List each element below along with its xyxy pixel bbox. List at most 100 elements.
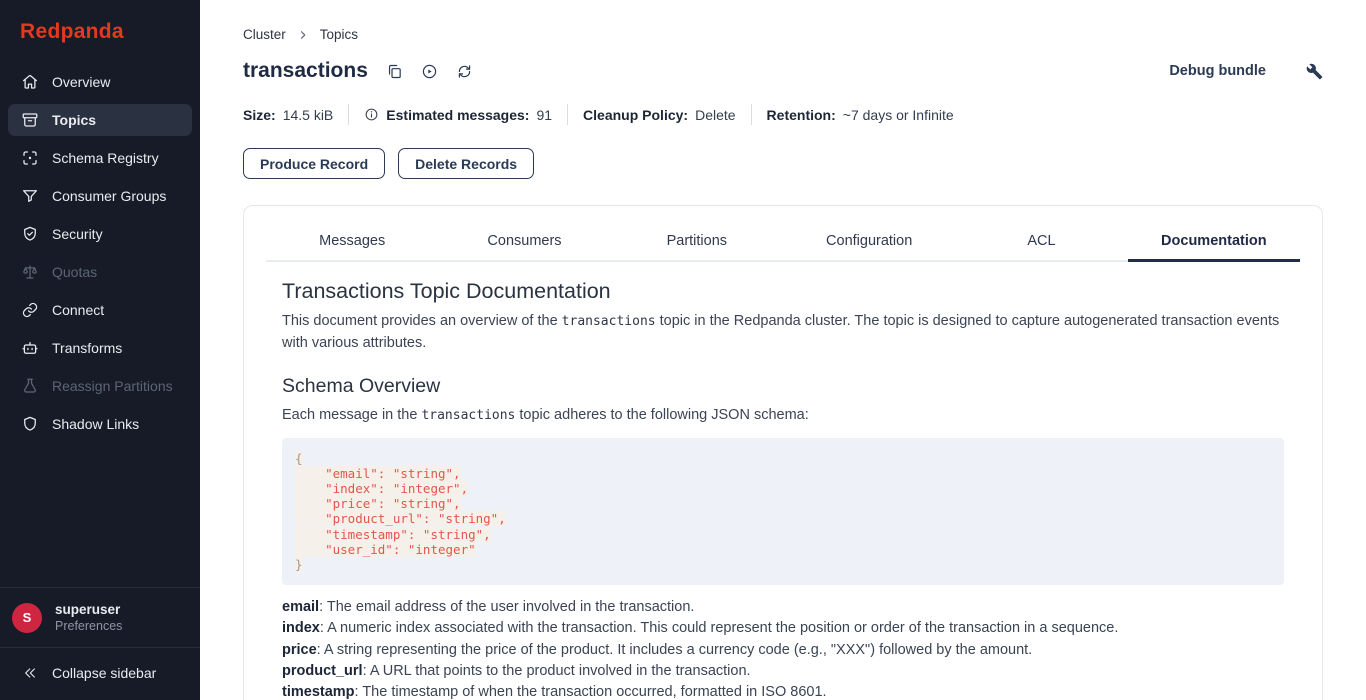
sidebar-item-label: Shadow Links (52, 416, 139, 432)
double-chevron-left-icon (22, 665, 38, 681)
stat-retention: Retention: ~7 days or Infinite (767, 107, 954, 123)
code-line: "product_url": "string", (295, 511, 1271, 526)
sidebar-item-label: Transforms (52, 340, 122, 356)
redpanda-logo: Redpanda (0, 0, 200, 60)
schema-frame-icon (21, 149, 39, 167)
sidebar-item-schema-registry[interactable]: Schema Registry (8, 142, 192, 174)
home-icon (21, 73, 39, 91)
field-email: email: The email address of the user inv… (282, 597, 1284, 618)
tab-documentation[interactable]: Documentation (1128, 223, 1300, 262)
doc-title: Transactions Topic Documentation (282, 279, 1284, 304)
tab-consumers[interactable]: Consumers (438, 223, 610, 262)
sidebar-item-connect[interactable]: Connect (8, 294, 192, 326)
stat-divider (567, 104, 568, 125)
refresh-icon (456, 63, 473, 80)
sidebar-item-shadow-links[interactable]: Shadow Links (8, 408, 192, 440)
user-name: superuser (55, 601, 122, 618)
sidebar-item-transforms[interactable]: Transforms (8, 332, 192, 364)
breadcrumb-cluster[interactable]: Cluster (243, 27, 286, 42)
stat-size: Size:14.5 kiB (243, 107, 333, 123)
code-line: "timestamp": "string", (295, 527, 1271, 542)
sidebar-item-label: Connect (52, 302, 104, 318)
stat-divider (348, 104, 349, 125)
funnel-icon (21, 187, 39, 205)
code-line: "email": "string", (295, 466, 1271, 481)
info-icon (364, 107, 379, 122)
sidebar-item-reassign-partitions: Reassign Partitions (8, 370, 192, 402)
debug-bundle-link[interactable]: Debug bundle (1169, 63, 1266, 79)
breadcrumb-topics[interactable]: Topics (320, 27, 358, 42)
stat-cleanup-policy: Cleanup Policy: Delete (583, 107, 736, 123)
inline-code-transactions: transactions (421, 408, 515, 423)
stat-label: Estimated messages: (386, 107, 529, 123)
sidebar-item-label: Security (52, 226, 103, 242)
stat-value: Delete (695, 107, 735, 123)
stat-label: Retention: (767, 107, 836, 123)
documentation-panel: Transactions Topic Documentation This do… (244, 262, 1322, 700)
archive-icon (21, 111, 39, 129)
main-content: Cluster Topics transactions Debug bundle… (200, 0, 1366, 700)
user-preferences-link[interactable]: Preferences (55, 618, 122, 634)
wrench-icon (1306, 63, 1323, 80)
tab-messages[interactable]: Messages (266, 223, 438, 262)
sidebar-item-label: Schema Registry (52, 150, 159, 166)
stat-value: 14.5 kiB (283, 107, 334, 123)
tab-partitions[interactable]: Partitions (611, 223, 783, 262)
sidebar-item-label: Reassign Partitions (52, 378, 173, 394)
stat-value: ~7 days or Infinite (843, 107, 954, 123)
play-button[interactable] (421, 63, 438, 80)
sidebar-item-topics[interactable]: Topics (8, 104, 192, 136)
field-price: price: A string representing the price o… (282, 640, 1284, 661)
sidebar-item-label: Consumer Groups (52, 188, 166, 204)
sidebar-item-label: Topics (52, 112, 96, 128)
sidebar: Redpanda Overview Topics Schema Registry Co… (0, 0, 200, 700)
chevron-right-icon (297, 29, 309, 41)
field-timestamp: timestamp: The timestamp of when the tra… (282, 682, 1284, 700)
copy-icon (386, 63, 403, 80)
field-index: index: A numeric index associated with t… (282, 618, 1284, 639)
scale-icon (21, 263, 39, 281)
sidebar-item-overview[interactable]: Overview (8, 66, 192, 98)
shield-check-icon (21, 225, 39, 243)
inline-code-transactions: transactions (562, 314, 656, 329)
robot-icon (21, 339, 39, 357)
user-section[interactable]: S superuser Preferences (0, 587, 200, 647)
tab-bar: MessagesConsumersPartitionsConfiguration… (266, 223, 1300, 262)
json-schema-codeblock: { "email": "string", "index": "integer",… (282, 438, 1284, 586)
stat-label: Cleanup Policy: (583, 107, 688, 123)
flask-icon (21, 377, 39, 395)
actions-row: Produce Record Delete Records (243, 148, 1323, 179)
admin-tools-button[interactable] (1306, 63, 1323, 80)
collapse-sidebar-button[interactable]: Collapse sidebar (0, 647, 200, 700)
tab-acl[interactable]: ACL (955, 223, 1127, 262)
shield-icon (21, 415, 39, 433)
collapse-sidebar-label: Collapse sidebar (52, 665, 156, 681)
field-descriptions: email: The email address of the user inv… (282, 597, 1284, 700)
code-line: "index": "integer", (295, 481, 1271, 496)
produce-record-button[interactable]: Produce Record (243, 148, 385, 179)
sidebar-item-label: Quotas (52, 264, 97, 280)
avatar: S (12, 603, 42, 633)
code-line: { (295, 451, 1271, 466)
stat-estimated-messages: Estimated messages: 91 (364, 107, 552, 123)
sidebar-item-security[interactable]: Security (8, 218, 192, 250)
tab-configuration[interactable]: Configuration (783, 223, 955, 262)
code-line: "price": "string", (295, 496, 1271, 511)
copy-topic-name-button[interactable] (386, 63, 403, 80)
topic-stats: Size:14.5 kiB Estimated messages: 91 Cleanu… (243, 104, 1323, 125)
schema-intro: Each message in the transactions topic a… (282, 405, 1284, 427)
delete-records-button[interactable]: Delete Records (398, 148, 534, 179)
sidebar-item-quotas: Quotas (8, 256, 192, 288)
play-circle-icon (421, 63, 438, 80)
link-icon (21, 301, 39, 319)
doc-intro: This document provides an overview of th… (282, 311, 1284, 354)
field-product_url: product_url: A URL that points to the pr… (282, 661, 1284, 682)
code-line: "user_id": "integer" (295, 542, 1271, 557)
sidebar-nav: Overview Topics Schema Registry Consumer Gr… (0, 60, 200, 587)
sidebar-item-consumer-groups[interactable]: Consumer Groups (8, 180, 192, 212)
stat-value: 91 (536, 107, 552, 123)
title-row: transactions Debug bundle (243, 59, 1323, 83)
schema-overview-heading: Schema Overview (282, 375, 1284, 398)
stat-divider (751, 104, 752, 125)
refresh-button[interactable] (456, 63, 473, 80)
